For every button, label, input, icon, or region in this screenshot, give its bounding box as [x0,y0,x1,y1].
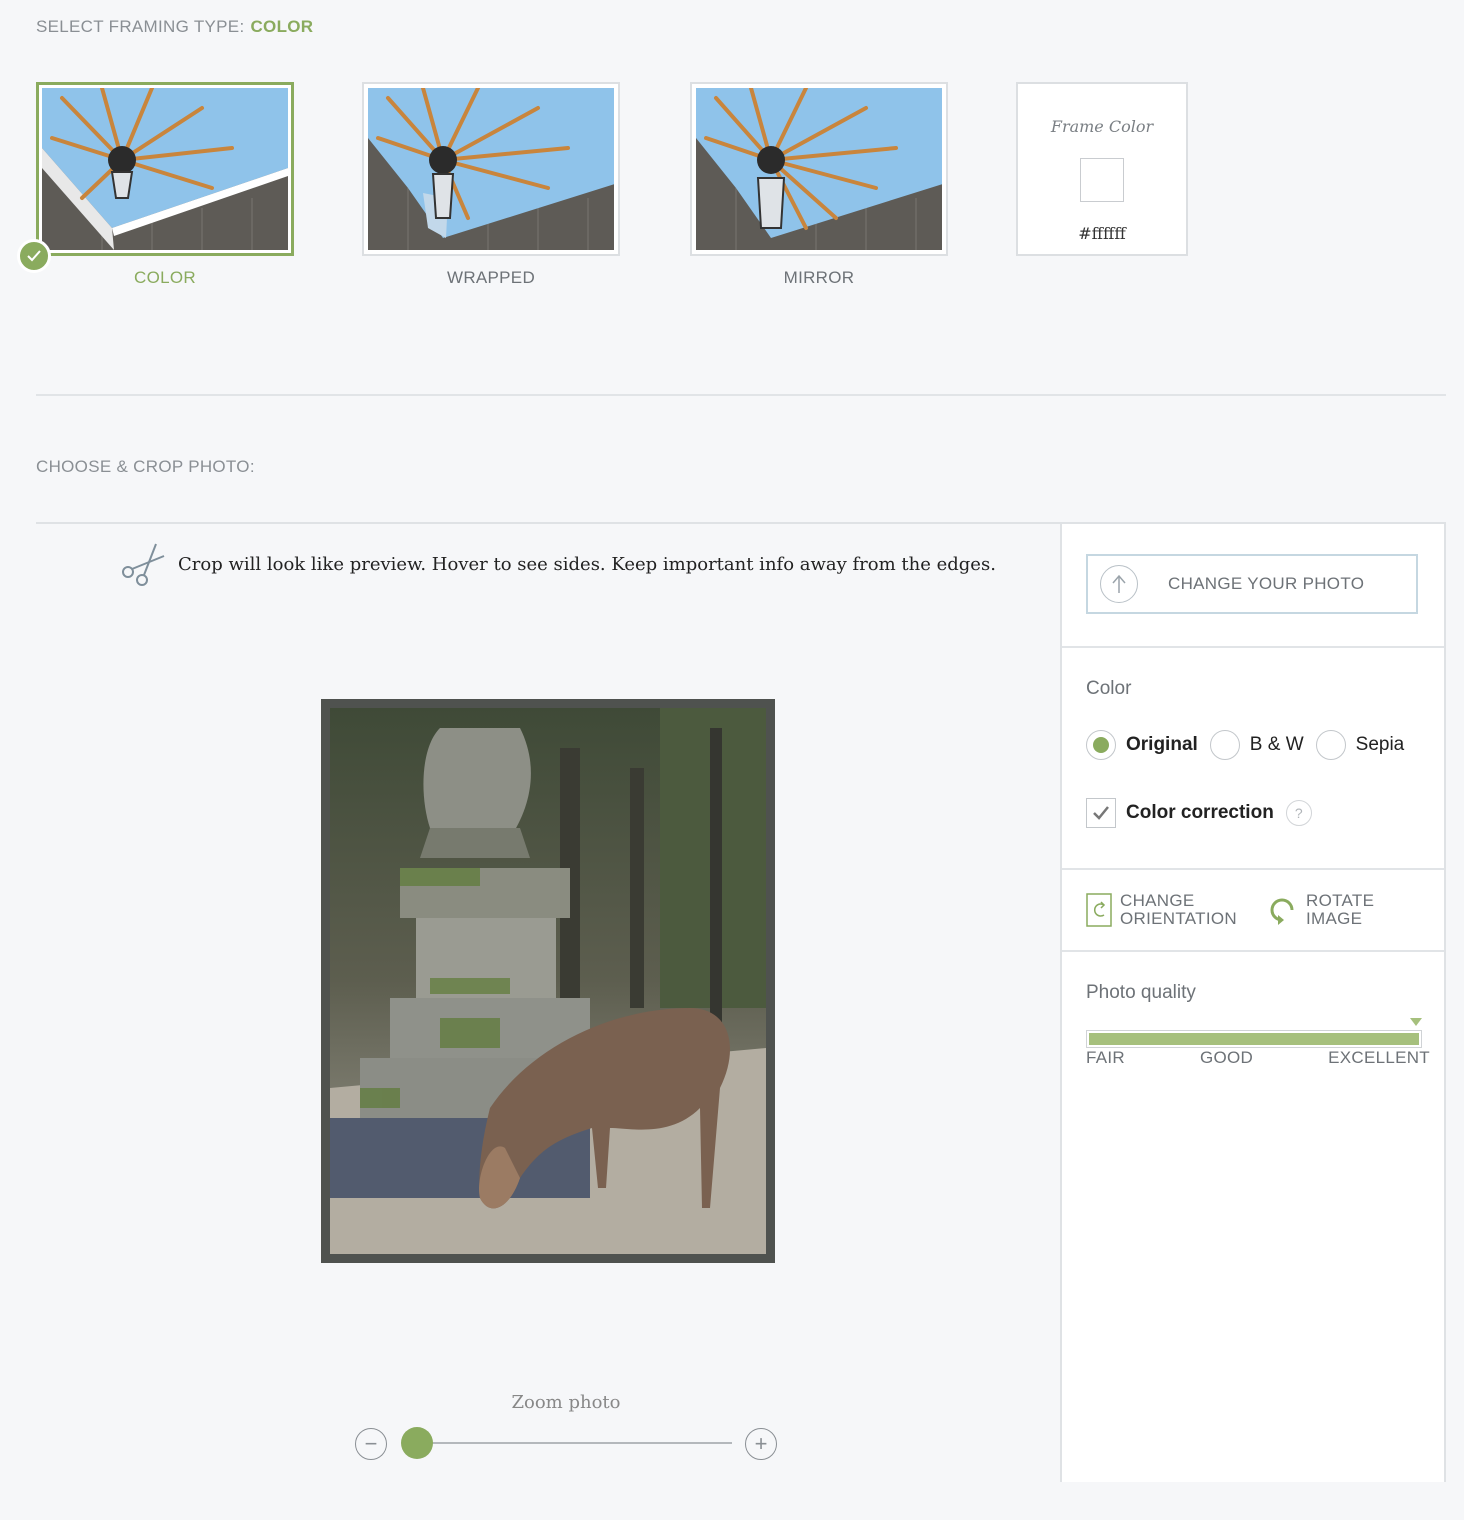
frame-caption-color: COLOR [134,268,196,287]
scissors-icon [122,543,165,586]
help-icon[interactable]: ? [1285,800,1312,826]
crop-section-label: CHOOSE & CROP PHOTO: [36,457,255,476]
color-correction-checkbox[interactable] [1086,798,1116,828]
photo-quality-heading: Photo quality [1086,982,1196,1003]
quality-bar [1086,1030,1422,1048]
zoom-slider-handle[interactable] [401,1427,433,1459]
frame-caption-mirror: MIRROR [783,268,855,287]
framing-type-selected: COLOR [250,17,314,36]
color-heading: Color [1086,678,1132,699]
checkmark-icon [1093,806,1109,820]
frame-color-hex: #ffffff [1078,224,1126,243]
frame-thumb-color [42,88,288,250]
crop-hint-text: Crop will look like preview. Hover to se… [178,553,996,575]
quality-scale: FAIR GOOD EXCELLENT [1086,1048,1430,1068]
change-photo-button[interactable]: CHANGE YOUR PHOTO [1086,554,1418,614]
framing-type-label-text: SELECT FRAMING TYPE: [36,17,245,36]
quality-marker-icon [1410,1018,1422,1026]
rotate-icon [1270,898,1294,925]
frame-color-swatch[interactable] [1080,158,1124,202]
frame-color-picker[interactable]: Frame Color #ffffff [1016,82,1188,256]
frame-thumb-mirror-image [696,88,942,250]
change-orientation-line2: ORIENTATION [1120,909,1237,928]
change-orientation-button[interactable]: CHANGE ORIENTATION [1086,892,1237,928]
plus-icon: + [754,1431,768,1456]
frame-thumb-color-image [42,88,288,250]
frame-caption-wrapped: WRAPPED [446,268,536,287]
crop-photo-preview[interactable] [321,699,775,1263]
rotate-image-button[interactable]: ROTATE IMAGE [1268,892,1374,928]
change-orientation-label: CHANGE ORIENTATION [1120,892,1237,928]
zoom-slider-track[interactable] [416,1442,732,1444]
color-correction-row: Color correction ? [1086,798,1312,828]
photo-quality-section: Photo quality FAIR GOOD EXCELLENT [1062,952,1444,1484]
zoom-label: Zoom photo [511,1392,621,1413]
frame-thumb-mirror [696,88,942,250]
frame-option-wrapped[interactable] [362,82,620,256]
rotate-line2: IMAGE [1306,909,1363,928]
crop-area: Crop will look like preview. Hover to se… [36,522,1062,1482]
color-radio-group: Original B & W Sepia [1086,730,1416,760]
radio-original[interactable] [1086,730,1116,760]
photo-options-panel: CHANGE YOUR PHOTO Color Original B & W S… [1060,522,1446,1482]
orientation-icon [1086,893,1112,927]
change-photo-label: CHANGE YOUR PHOTO [1168,574,1365,593]
radio-selected-dot [1093,737,1109,753]
zoom-out-button[interactable]: − [355,1428,387,1460]
framing-type-label: SELECT FRAMING TYPE: COLOR [36,17,313,37]
radio-bw-label: B & W [1249,734,1304,755]
checkmark-icon [27,250,41,262]
quality-label-good: GOOD [1199,1048,1254,1067]
radio-original-label: Original [1126,734,1198,755]
radio-sepia-label: Sepia [1355,734,1405,755]
quality-label-excellent: EXCELLENT [1328,1048,1430,1067]
frame-option-color[interactable] [36,82,294,256]
radio-sepia[interactable] [1315,730,1346,760]
help-icon-symbol: ? [1294,805,1303,821]
rotate-line1: ROTATE [1306,891,1375,910]
frame-option-mirror[interactable] [690,82,948,256]
photo-image [330,708,766,1254]
change-orientation-line1: CHANGE [1120,891,1195,910]
crop-hint: Crop will look like preview. Hover to se… [120,542,996,586]
section-divider [36,394,1446,396]
upload-icon [1100,565,1138,603]
rotate-image-label: ROTATE IMAGE [1306,892,1374,928]
color-correction-label: Color correction [1126,802,1274,823]
frame-color-title: Frame Color [1050,117,1154,136]
minus-icon: − [364,1431,378,1456]
quality-bar-fill [1089,1033,1419,1045]
frame-thumb-wrapped [368,88,614,250]
frame-thumb-wrapped-image [368,88,614,250]
change-photo-section: CHANGE YOUR PHOTO [1062,524,1444,648]
orientation-section: CHANGE ORIENTATION ROTATE IMAGE [1062,870,1444,952]
zoom-in-button[interactable]: + [745,1428,777,1460]
deer-photo [330,708,766,1254]
color-section: Color Original B & W Sepia Color correct… [1062,648,1444,870]
quality-label-fair: FAIR [1086,1048,1125,1067]
radio-bw[interactable] [1209,730,1240,760]
